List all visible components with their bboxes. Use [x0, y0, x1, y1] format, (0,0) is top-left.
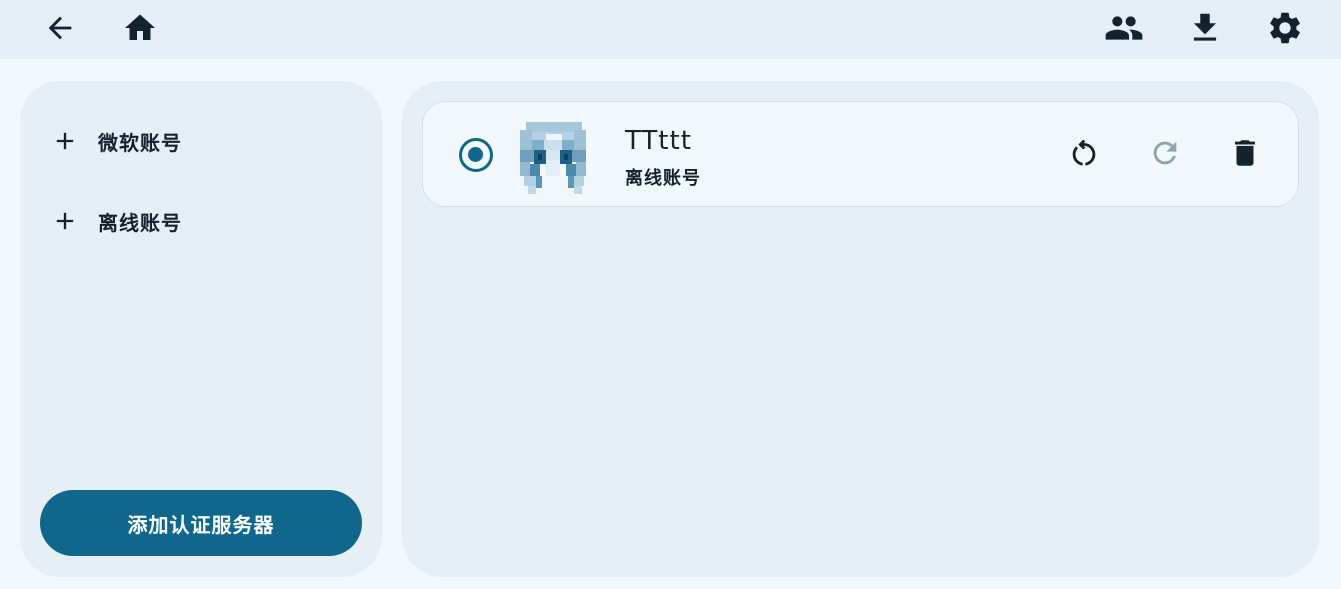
top-app-bar [0, 0, 1341, 59]
reload-button[interactable] [1144, 134, 1186, 176]
accounts-button[interactable] [1102, 6, 1146, 50]
reload-icon [1148, 136, 1182, 174]
account-type: 离线账号 [625, 168, 701, 189]
add-auth-server-button[interactable]: 添加认证服务器 [40, 490, 362, 556]
download-icon [1186, 9, 1224, 47]
add-microsoft-account[interactable]: 微软账号 [50, 121, 182, 161]
delete-icon [1228, 136, 1262, 174]
back-arrow-icon [43, 11, 77, 45]
settings-button[interactable] [1263, 6, 1307, 50]
refresh-skin-icon [1067, 136, 1101, 174]
back-button[interactable] [38, 6, 82, 50]
plus-icon [50, 126, 80, 156]
home-button[interactable] [118, 6, 162, 50]
account-card[interactable]: TTttt 离线账号 [422, 101, 1299, 207]
account-name: TTttt [625, 126, 692, 156]
home-icon [122, 10, 158, 46]
refresh-skin-button[interactable] [1063, 134, 1105, 176]
people-icon [1104, 8, 1144, 48]
download-button[interactable] [1183, 6, 1227, 50]
account-type-panel: 微软账号 离线账号 添加认证服务器 [20, 81, 382, 577]
avatar [516, 122, 590, 194]
sidebar-item-label: 离线账号 [98, 210, 182, 235]
delete-button[interactable] [1224, 134, 1266, 176]
gear-icon [1266, 9, 1304, 47]
account-select-radio[interactable] [459, 138, 493, 172]
add-offline-account[interactable]: 离线账号 [50, 201, 182, 241]
radio-selected-dot [468, 147, 483, 162]
account-list-panel: TTttt 离线账号 [402, 81, 1319, 577]
plus-icon [50, 206, 80, 236]
sidebar-item-label: 微软账号 [98, 130, 182, 155]
